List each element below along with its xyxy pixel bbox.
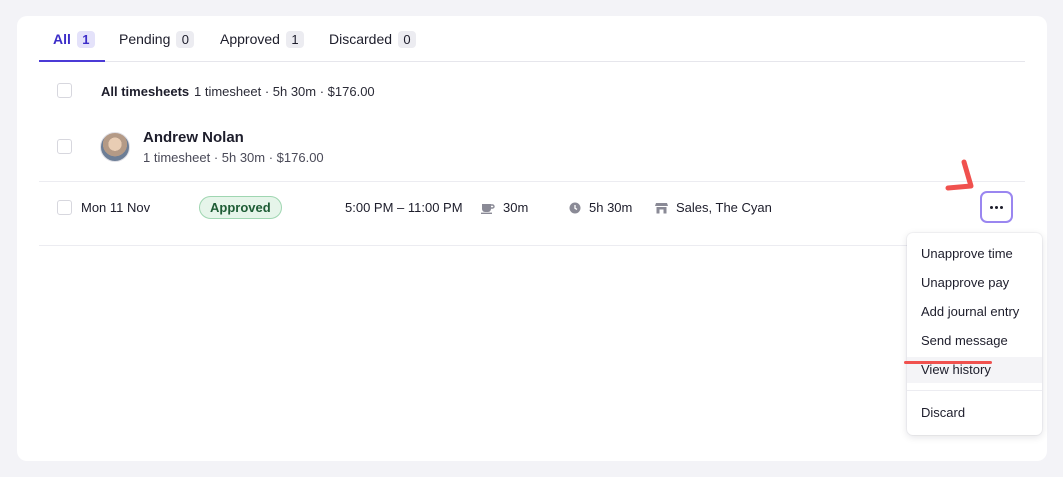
store-icon: [655, 202, 668, 213]
timesheets-card: All 1 Pending 0 Approved 1 Discarded 0 A…: [17, 16, 1047, 461]
person-summary: 1 timesheet · 5h 30m · $176.00: [143, 150, 324, 165]
tab-discarded-count: 0: [398, 30, 417, 48]
tab-bar: All 1 Pending 0 Approved 1 Discarded 0: [39, 16, 1025, 62]
tab-approved-count: 1: [285, 30, 304, 48]
tab-pending[interactable]: Pending 0: [119, 30, 195, 48]
tab-all-label: All: [53, 31, 71, 47]
summary-text: 1 timesheet · 5h 30m · $176.00: [194, 84, 375, 99]
coffee-icon: [481, 203, 495, 214]
row-date: Mon 11 Nov: [81, 200, 151, 215]
row-break-value: 30m: [503, 200, 529, 215]
more-actions-button[interactable]: [980, 191, 1013, 223]
menu-item-add-journal-entry[interactable]: Add journal entry: [907, 299, 1042, 325]
row-break: 30m: [481, 200, 528, 215]
clock-icon: [569, 202, 581, 213]
summary-label: All timesheets: [101, 84, 190, 99]
row-duration-value: 5h 30m: [589, 200, 633, 215]
person-name[interactable]: Andrew Nolan: [143, 129, 244, 146]
tab-pending-label: Pending: [119, 31, 171, 47]
status-badge: Approved: [199, 196, 282, 219]
menu-divider: [907, 390, 1042, 391]
menu-item-send-message[interactable]: Send message: [907, 328, 1042, 354]
active-tab-indicator: [39, 60, 105, 62]
select-all-checkbox[interactable]: [57, 83, 72, 98]
person-checkbox[interactable]: [57, 139, 72, 154]
row-location-value: Sales, The Cyan: [676, 200, 772, 215]
actions-menu: Unapprove time Unapprove pay Add journal…: [907, 233, 1042, 435]
annotation-arrow: [945, 159, 974, 191]
tab-pending-count: 0: [176, 30, 195, 48]
row-divider: [39, 245, 1025, 246]
menu-item-unapprove-time[interactable]: Unapprove time: [907, 241, 1042, 267]
row-duration: 5h 30m: [569, 200, 632, 215]
tab-all-count: 1: [76, 30, 95, 48]
tab-all[interactable]: All 1: [53, 30, 95, 48]
menu-item-discard[interactable]: Discard: [907, 400, 1042, 426]
tab-discarded[interactable]: Discarded 0: [329, 30, 417, 48]
annotation-underline: [904, 361, 992, 364]
row-checkbox[interactable]: [57, 200, 72, 215]
avatar: [100, 132, 130, 162]
tab-discarded-label: Discarded: [329, 31, 393, 47]
more-icon: [990, 205, 1003, 209]
menu-item-unapprove-pay[interactable]: Unapprove pay: [907, 270, 1042, 296]
row-location: Sales, The Cyan: [655, 200, 772, 215]
row-divider: [39, 181, 1025, 182]
tab-approved[interactable]: Approved 1: [220, 30, 304, 48]
tab-approved-label: Approved: [220, 31, 280, 47]
row-time-range: 5:00 PM – 11:00 PM: [345, 200, 463, 215]
